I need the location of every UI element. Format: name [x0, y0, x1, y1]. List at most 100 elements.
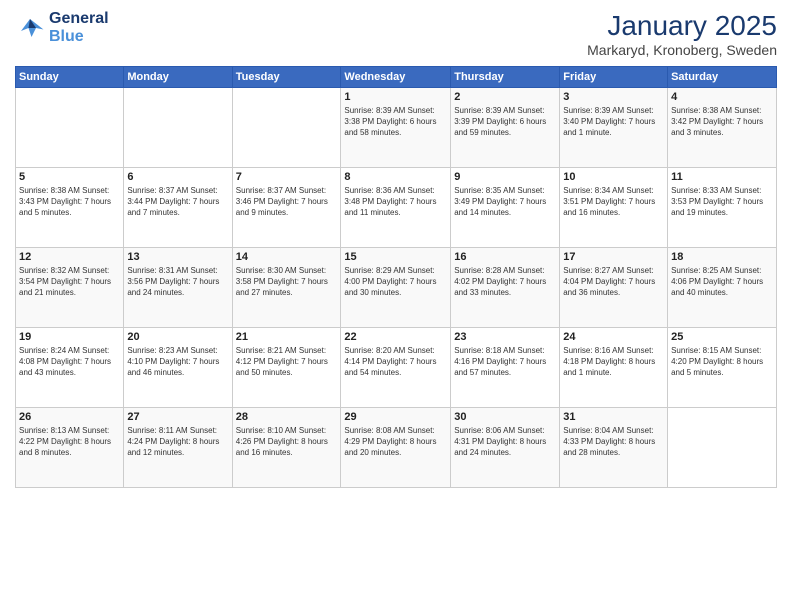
day-number: 22	[344, 331, 447, 343]
day-info: Sunrise: 8:20 AM Sunset: 4:14 PM Dayligh…	[344, 345, 447, 379]
table-cell: 19 Sunrise: 8:24 AM Sunset: 4:08 PM Dayli…	[16, 328, 124, 408]
table-cell: 29 Sunrise: 8:08 AM Sunset: 4:29 PM Dayli…	[341, 408, 451, 488]
table-cell: 5 Sunrise: 8:38 AM Sunset: 3:43 PM Daylig…	[16, 168, 124, 248]
table-cell: 27 Sunrise: 8:11 AM Sunset: 4:24 PM Dayli…	[124, 408, 232, 488]
table-cell: 15 Sunrise: 8:29 AM Sunset: 4:00 PM Dayli…	[341, 248, 451, 328]
day-number: 24	[563, 331, 664, 343]
day-number: 26	[19, 411, 120, 423]
day-number: 11	[671, 171, 773, 183]
day-number: 29	[344, 411, 447, 423]
table-cell: 21Sunrise: 8:21 AM Sunset: 4:12 PM Dayli…	[232, 328, 341, 408]
header-row: Sunday Monday Tuesday Wednesday Thursday…	[16, 67, 777, 88]
day-info: Sunrise: 8:36 AM Sunset: 3:48 PM Dayligh…	[344, 185, 447, 219]
table-cell: 28 Sunrise: 8:10 AM Sunset: 4:26 PM Dayli…	[232, 408, 341, 488]
day-info: Sunrise: 8:32 AM Sunset: 3:54 PM Dayligh…	[19, 265, 120, 299]
day-number: 30	[454, 411, 556, 423]
table-cell: 18 Sunrise: 8:25 AM Sunset: 4:06 PM Dayli…	[668, 248, 777, 328]
day-number: 23	[454, 331, 556, 343]
day-info: Sunrise: 8:33 AM Sunset: 3:53 PM Dayligh…	[671, 185, 773, 219]
day-info: Sunrise: 8:38 AM Sunset: 3:43 PM Dayligh…	[19, 185, 120, 219]
day-info: Sunrise: 8:18 AM Sunset: 4:16 PM Dayligh…	[454, 345, 556, 379]
day-number: 21	[236, 331, 338, 343]
day-info: Sunrise: 8:39 AM Sunset: 3:38 PM Dayligh…	[344, 105, 447, 139]
day-number: 10	[563, 171, 664, 183]
week-row-5: 26 Sunrise: 8:13 AM Sunset: 4:22 PM Dayli…	[16, 408, 777, 488]
col-tuesday: Tuesday	[232, 67, 341, 88]
col-sunday: Sunday	[16, 67, 124, 88]
day-info: Sunrise: 8:25 AM Sunset: 4:06 PM Dayligh…	[671, 265, 773, 299]
day-number: 14	[236, 251, 338, 263]
table-cell: 1 Sunrise: 8:39 AM Sunset: 3:38 PM Daylig…	[341, 88, 451, 168]
table-cell: 22 Sunrise: 8:20 AM Sunset: 4:14 PM Dayli…	[341, 328, 451, 408]
day-number: 2	[454, 91, 556, 103]
table-cell: 24 Sunrise: 8:16 AM Sunset: 4:18 PM Dayli…	[560, 328, 668, 408]
table-cell: 3 Sunrise: 8:39 AM Sunset: 3:40 PM Daylig…	[560, 88, 668, 168]
day-info: Sunrise: 8:23 AM Sunset: 4:10 PM Dayligh…	[127, 345, 228, 379]
day-number: 4	[671, 91, 773, 103]
day-number: 27	[127, 411, 228, 423]
day-info: Sunrise: 8:28 AM Sunset: 4:02 PM Dayligh…	[454, 265, 556, 299]
day-info: Sunrise: 8:39 AM Sunset: 3:39 PM Dayligh…	[454, 105, 556, 139]
day-info: Sunrise: 8:10 AM Sunset: 4:26 PM Dayligh…	[236, 425, 338, 459]
day-info: Sunrise: 8:30 AM Sunset: 3:58 PM Dayligh…	[236, 265, 338, 299]
main-title: January 2025	[587, 10, 777, 42]
table-cell: 6Sunrise: 8:37 AM Sunset: 3:44 PM Daylig…	[124, 168, 232, 248]
day-number: 12	[19, 251, 120, 263]
day-info: Sunrise: 8:38 AM Sunset: 3:42 PM Dayligh…	[671, 105, 773, 139]
day-info: Sunrise: 8:24 AM Sunset: 4:08 PM Dayligh…	[19, 345, 120, 379]
table-cell: 17 Sunrise: 8:27 AM Sunset: 4:04 PM Dayli…	[560, 248, 668, 328]
table-cell: 23 Sunrise: 8:18 AM Sunset: 4:16 PM Dayli…	[451, 328, 560, 408]
day-number: 31	[563, 411, 664, 423]
table-cell: 9Sunrise: 8:35 AM Sunset: 3:49 PM Daylig…	[451, 168, 560, 248]
day-number: 18	[671, 251, 773, 263]
table-cell: 30 Sunrise: 8:06 AM Sunset: 4:31 PM Dayli…	[451, 408, 560, 488]
table-cell	[668, 408, 777, 488]
day-info: Sunrise: 8:39 AM Sunset: 3:40 PM Dayligh…	[563, 105, 664, 139]
day-number: 5	[19, 171, 120, 183]
day-number: 1	[344, 91, 447, 103]
day-info: Sunrise: 8:37 AM Sunset: 3:44 PM Dayligh…	[127, 185, 228, 219]
table-cell	[124, 88, 232, 168]
header: General Blue January 2025 Markaryd, Kron…	[15, 10, 777, 58]
day-number: 13	[127, 251, 228, 263]
week-row-3: 12 Sunrise: 8:32 AM Sunset: 3:54 PM Dayli…	[16, 248, 777, 328]
table-cell: 20 Sunrise: 8:23 AM Sunset: 4:10 PM Dayli…	[124, 328, 232, 408]
day-number: 28	[236, 411, 338, 423]
week-row-4: 19 Sunrise: 8:24 AM Sunset: 4:08 PM Dayli…	[16, 328, 777, 408]
table-cell: 8 Sunrise: 8:36 AM Sunset: 3:48 PM Daylig…	[341, 168, 451, 248]
day-info: Sunrise: 8:34 AM Sunset: 3:51 PM Dayligh…	[563, 185, 664, 219]
day-number: 15	[344, 251, 447, 263]
day-number: 20	[127, 331, 228, 343]
calendar-body: 1 Sunrise: 8:39 AM Sunset: 3:38 PM Daylig…	[16, 88, 777, 488]
day-number: 17	[563, 251, 664, 263]
day-number: 3	[563, 91, 664, 103]
day-info: Sunrise: 8:13 AM Sunset: 4:22 PM Dayligh…	[19, 425, 120, 459]
table-cell: 7Sunrise: 8:37 AM Sunset: 3:46 PM Daylig…	[232, 168, 341, 248]
week-row-2: 5 Sunrise: 8:38 AM Sunset: 3:43 PM Daylig…	[16, 168, 777, 248]
day-info: Sunrise: 8:15 AM Sunset: 4:20 PM Dayligh…	[671, 345, 773, 379]
day-info: Sunrise: 8:27 AM Sunset: 4:04 PM Dayligh…	[563, 265, 664, 299]
table-cell	[16, 88, 124, 168]
col-thursday: Thursday	[451, 67, 560, 88]
day-info: Sunrise: 8:16 AM Sunset: 4:18 PM Dayligh…	[563, 345, 664, 379]
day-number: 19	[19, 331, 120, 343]
col-wednesday: Wednesday	[341, 67, 451, 88]
day-info: Sunrise: 8:08 AM Sunset: 4:29 PM Dayligh…	[344, 425, 447, 459]
day-number: 8	[344, 171, 447, 183]
day-info: Sunrise: 8:06 AM Sunset: 4:31 PM Dayligh…	[454, 425, 556, 459]
table-cell: 25Sunrise: 8:15 AM Sunset: 4:20 PM Dayli…	[668, 328, 777, 408]
table-cell: 13Sunrise: 8:31 AM Sunset: 3:56 PM Dayli…	[124, 248, 232, 328]
table-cell: 26 Sunrise: 8:13 AM Sunset: 4:22 PM Dayli…	[16, 408, 124, 488]
col-monday: Monday	[124, 67, 232, 88]
day-info: Sunrise: 8:04 AM Sunset: 4:33 PM Dayligh…	[563, 425, 664, 459]
day-info: Sunrise: 8:35 AM Sunset: 3:49 PM Dayligh…	[454, 185, 556, 219]
table-cell: 14 Sunrise: 8:30 AM Sunset: 3:58 PM Dayli…	[232, 248, 341, 328]
table-cell: 10 Sunrise: 8:34 AM Sunset: 3:51 PM Dayli…	[560, 168, 668, 248]
table-cell: 12 Sunrise: 8:32 AM Sunset: 3:54 PM Dayli…	[16, 248, 124, 328]
subtitle: Markaryd, Kronoberg, Sweden	[587, 42, 777, 58]
day-info: Sunrise: 8:29 AM Sunset: 4:00 PM Dayligh…	[344, 265, 447, 299]
table-cell: 11 Sunrise: 8:33 AM Sunset: 3:53 PM Dayli…	[668, 168, 777, 248]
col-friday: Friday	[560, 67, 668, 88]
logo: General Blue	[15, 10, 109, 46]
day-info: Sunrise: 8:11 AM Sunset: 4:24 PM Dayligh…	[127, 425, 228, 459]
